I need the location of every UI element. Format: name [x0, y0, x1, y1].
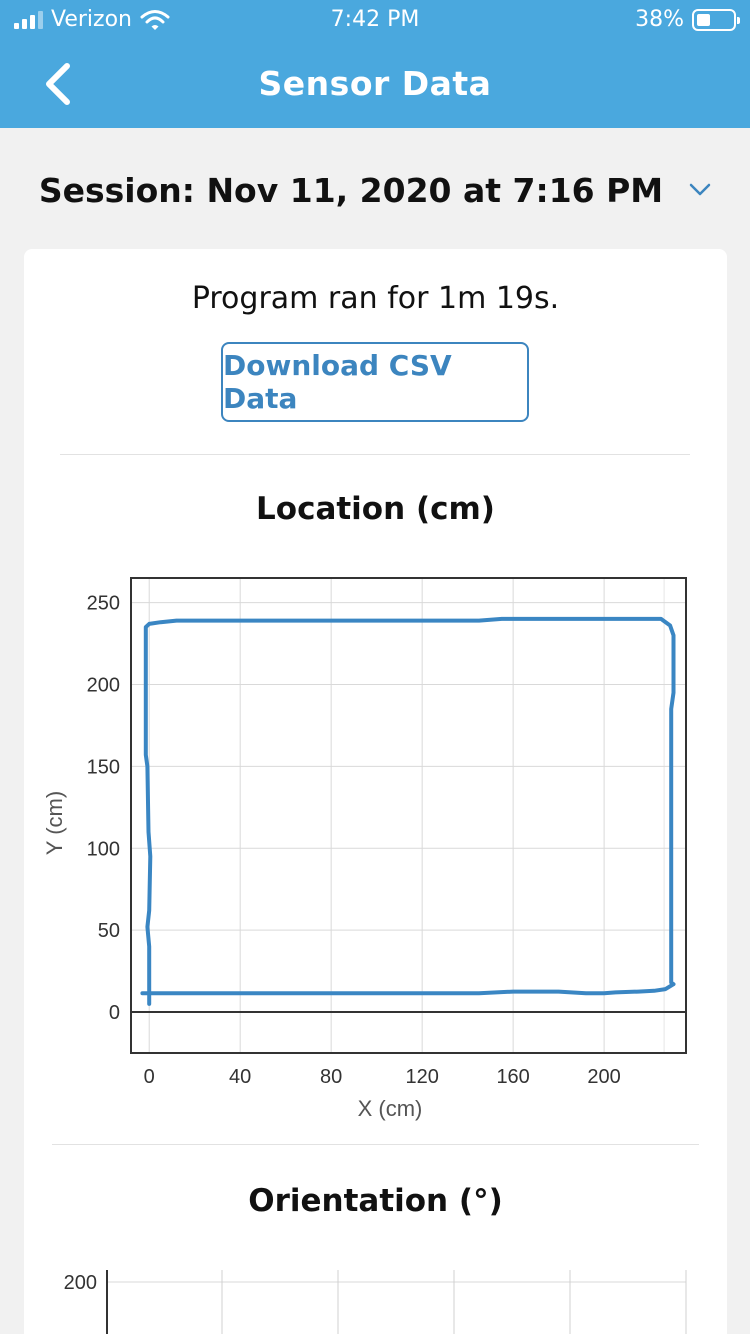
y-tick-label: 200 — [87, 674, 120, 696]
location-chart-ticks: 0 40 80 120 160 200 0 50 100 150 200 250 — [87, 593, 621, 1088]
x-tick-label: 0 — [144, 1066, 155, 1088]
x-tick-label: 160 — [496, 1066, 529, 1088]
location-x-axis-label: X (cm) — [358, 1096, 423, 1121]
y-tick-label: 0 — [109, 1002, 120, 1024]
location-path-line — [140, 616, 676, 1006]
y-tick-label: 250 — [87, 593, 120, 615]
y-tick-label: 100 — [87, 838, 120, 860]
location-chart: 0 40 80 120 160 200 0 50 100 150 200 250 X (cm) Y (… — [42, 577, 687, 1334]
orientation-chart-ticks: 200 — [64, 1272, 97, 1294]
location-chart-grid — [131, 578, 686, 1053]
y-tick-label: 50 — [98, 920, 120, 942]
location-y-axis-label: Y (cm) — [42, 791, 67, 855]
location-chart-frame — [130, 577, 687, 1054]
x-tick-label: 40 — [229, 1066, 251, 1088]
x-tick-label: 200 — [587, 1066, 620, 1088]
y-tick-label: 150 — [87, 756, 120, 778]
orientation-chart-grid — [107, 1270, 687, 1334]
y-tick-label: 200 — [64, 1272, 97, 1294]
x-tick-label: 120 — [405, 1066, 438, 1088]
x-tick-label: 80 — [320, 1066, 342, 1088]
